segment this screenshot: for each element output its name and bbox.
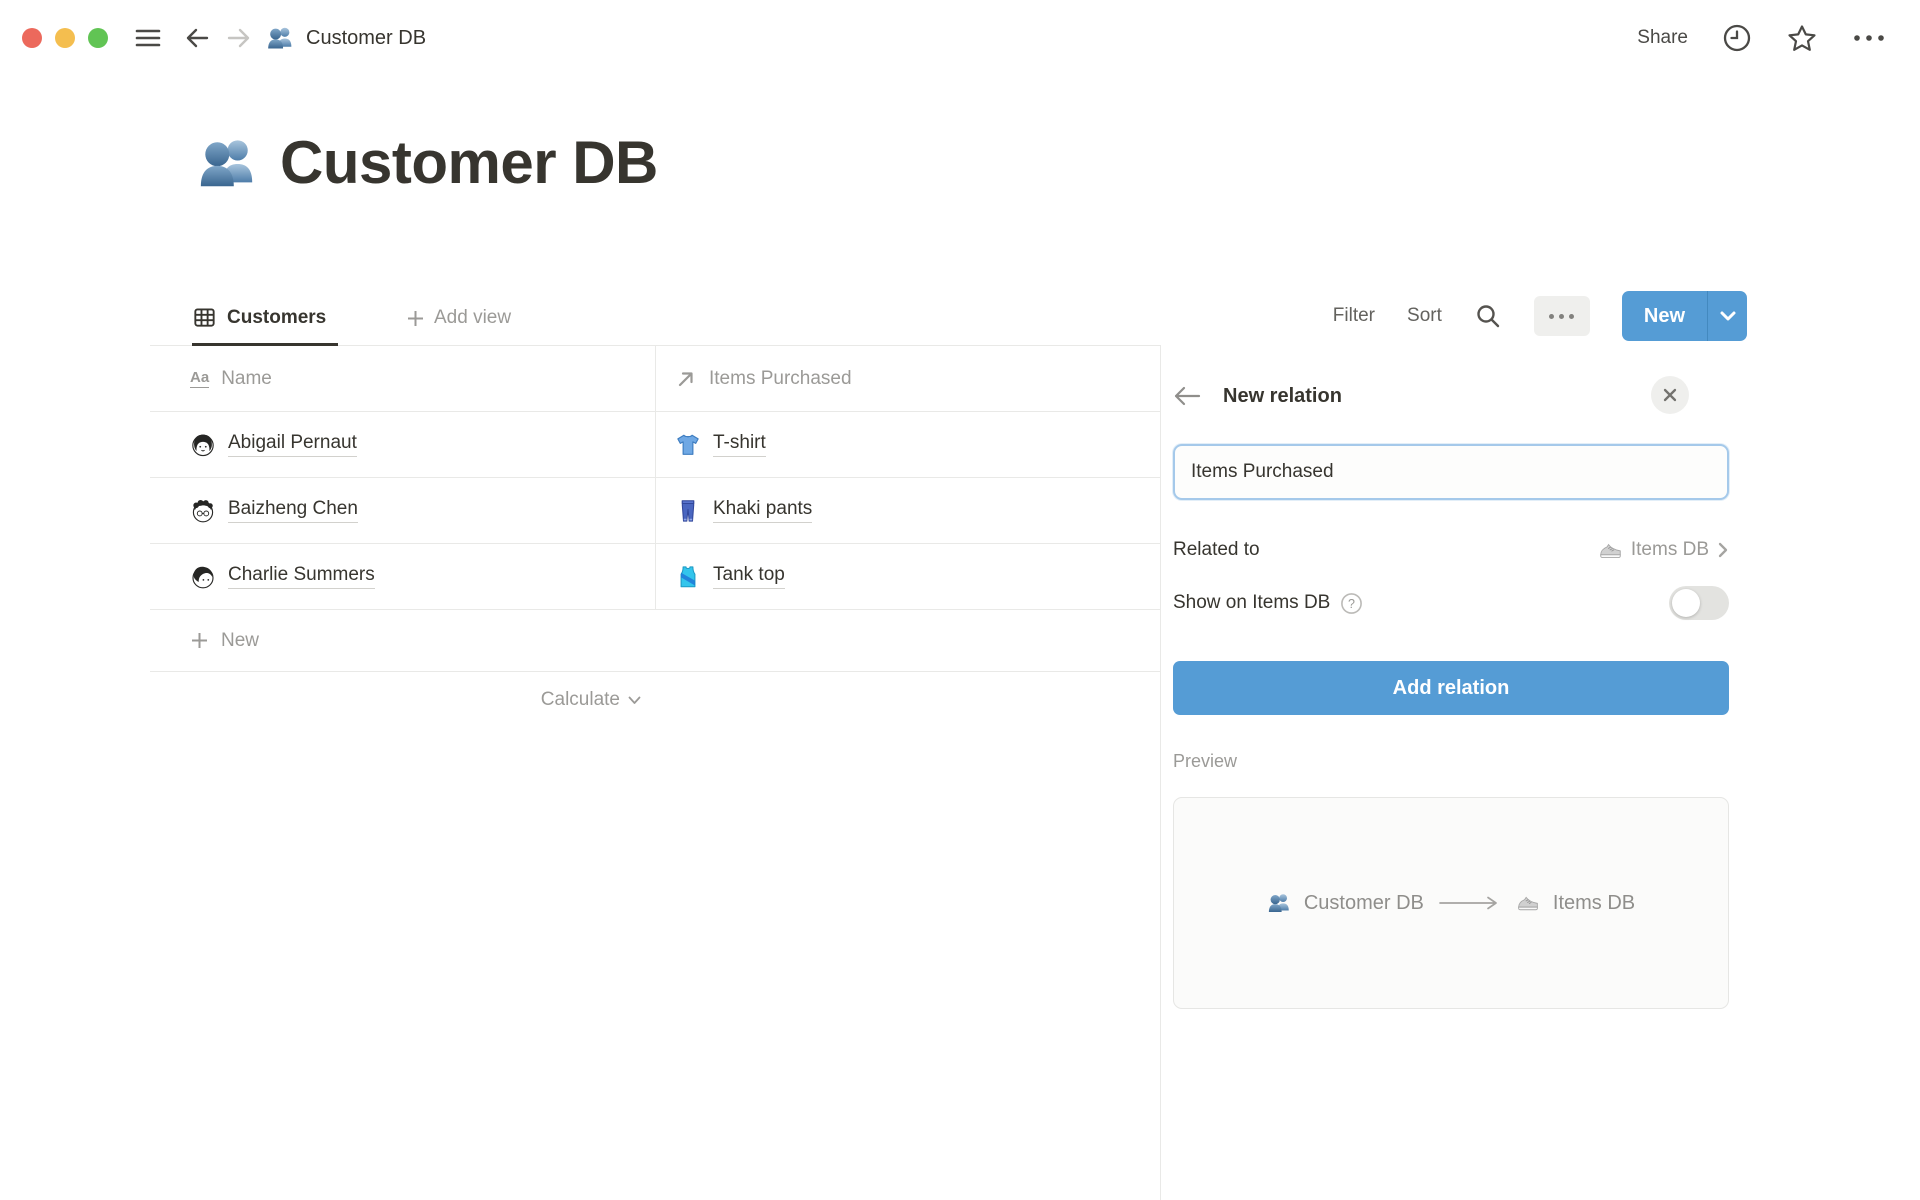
new-record-dropdown-chevron-icon[interactable] xyxy=(1707,291,1747,341)
notion-window: Customer DB Share Customer DB xyxy=(0,0,1920,1200)
show-on-row: Show on Items DB ? xyxy=(1173,583,1729,623)
history-clock-icon[interactable] xyxy=(1722,23,1752,53)
column-name-label: Name xyxy=(221,368,272,390)
breadcrumb[interactable]: Customer DB xyxy=(266,24,426,52)
row-item-link[interactable]: Khaki pants xyxy=(713,498,812,523)
panel-back-arrow-icon[interactable] xyxy=(1173,385,1201,407)
column-divider xyxy=(655,346,656,610)
avatar-curly-glasses-icon xyxy=(190,498,216,524)
tank-top-icon xyxy=(675,564,701,590)
favorite-star-icon[interactable] xyxy=(1786,23,1818,53)
preview-label: Preview xyxy=(1173,751,1237,772)
column-header-name[interactable]: Aa Name xyxy=(150,346,655,411)
help-question-icon[interactable]: ? xyxy=(1340,592,1363,615)
related-to-value[interactable]: Items DB xyxy=(1598,538,1729,563)
row-item-link[interactable]: T-shirt xyxy=(713,432,766,457)
view-tabs-bar: Customers Add view Filter Sort New xyxy=(150,284,1747,346)
new-relation-panel: New relation Related to Items DB xyxy=(1160,345,1920,1200)
related-to-db-name: Items DB xyxy=(1631,539,1709,561)
busts-in-silhouette-icon xyxy=(1267,891,1291,915)
add-relation-button[interactable]: Add relation xyxy=(1173,661,1729,715)
relation-direction-arrow-icon xyxy=(1437,895,1503,911)
close-window-button[interactable] xyxy=(22,28,42,48)
sort-button[interactable]: Sort xyxy=(1407,305,1442,327)
new-record-split-button[interactable]: New xyxy=(1622,291,1747,341)
view-options-icon[interactable] xyxy=(1534,296,1590,336)
traffic-lights xyxy=(22,28,108,48)
table-view-icon xyxy=(192,305,217,330)
column-items-label: Items Purchased xyxy=(709,368,852,390)
show-on-toggle[interactable] xyxy=(1669,586,1729,620)
page-icon-busts-in-silhouette[interactable] xyxy=(196,132,258,194)
new-row-button[interactable]: New xyxy=(150,610,1160,672)
sneaker-icon xyxy=(1598,538,1623,563)
relation-arrow-icon xyxy=(675,368,697,390)
new-row-label: New xyxy=(221,630,259,652)
preview-target-db: Items DB xyxy=(1553,892,1635,915)
panel-title: New relation xyxy=(1223,385,1342,408)
forward-arrow-icon[interactable] xyxy=(226,26,252,50)
avatar-swept-hair-icon xyxy=(190,564,216,590)
svg-text:?: ? xyxy=(1348,597,1355,611)
tab-customers-label: Customers xyxy=(227,307,326,329)
window-titlebar: Customer DB Share xyxy=(0,0,1920,76)
customers-table: Aa Name Items Purchased xyxy=(150,346,1160,728)
relation-preview-box: Customer DB Items DB xyxy=(1173,797,1729,1009)
t-shirt-icon xyxy=(675,432,701,458)
add-view-label: Add view xyxy=(434,307,511,329)
busts-in-silhouette-icon xyxy=(266,24,294,52)
row-item-link[interactable]: Tank top xyxy=(713,564,785,589)
preview-source-db: Customer DB xyxy=(1304,892,1424,915)
page-header: Customer DB xyxy=(196,128,658,197)
filter-button[interactable]: Filter xyxy=(1333,305,1375,327)
new-record-button-label[interactable]: New xyxy=(1622,291,1707,341)
close-panel-icon[interactable] xyxy=(1651,376,1689,414)
back-arrow-icon[interactable] xyxy=(184,26,210,50)
view-toolbar: Filter Sort New xyxy=(1333,288,1747,344)
more-options-icon[interactable] xyxy=(1852,33,1886,43)
calculate-button[interactable]: Calculate xyxy=(150,672,655,728)
sidebar-menu-icon[interactable] xyxy=(134,26,162,50)
calculate-label: Calculate xyxy=(541,689,620,711)
maximize-window-button[interactable] xyxy=(88,28,108,48)
related-to-label: Related to xyxy=(1173,539,1260,561)
avatar-woman-bob-icon xyxy=(190,432,216,458)
share-button[interactable]: Share xyxy=(1637,27,1688,49)
related-to-row: Related to Items DB xyxy=(1173,530,1729,570)
show-on-label: Show on Items DB xyxy=(1173,592,1330,614)
row-name-link[interactable]: Baizheng Chen xyxy=(228,498,358,523)
title-property-icon: Aa xyxy=(190,369,209,387)
row-name-link[interactable]: Charlie Summers xyxy=(228,564,375,589)
add-view-button[interactable]: Add view xyxy=(406,294,511,342)
tab-customers[interactable]: Customers xyxy=(192,292,338,346)
page-title[interactable]: Customer DB xyxy=(280,128,658,197)
sneaker-icon xyxy=(1516,891,1540,915)
search-icon[interactable] xyxy=(1474,302,1502,330)
breadcrumb-page-title: Customer DB xyxy=(306,27,426,50)
column-header-items-purchased[interactable]: Items Purchased xyxy=(655,346,1160,411)
jeans-icon xyxy=(675,498,701,524)
minimize-window-button[interactable] xyxy=(55,28,75,48)
relation-name-input[interactable] xyxy=(1173,444,1729,500)
row-name-link[interactable]: Abigail Pernaut xyxy=(228,432,357,457)
